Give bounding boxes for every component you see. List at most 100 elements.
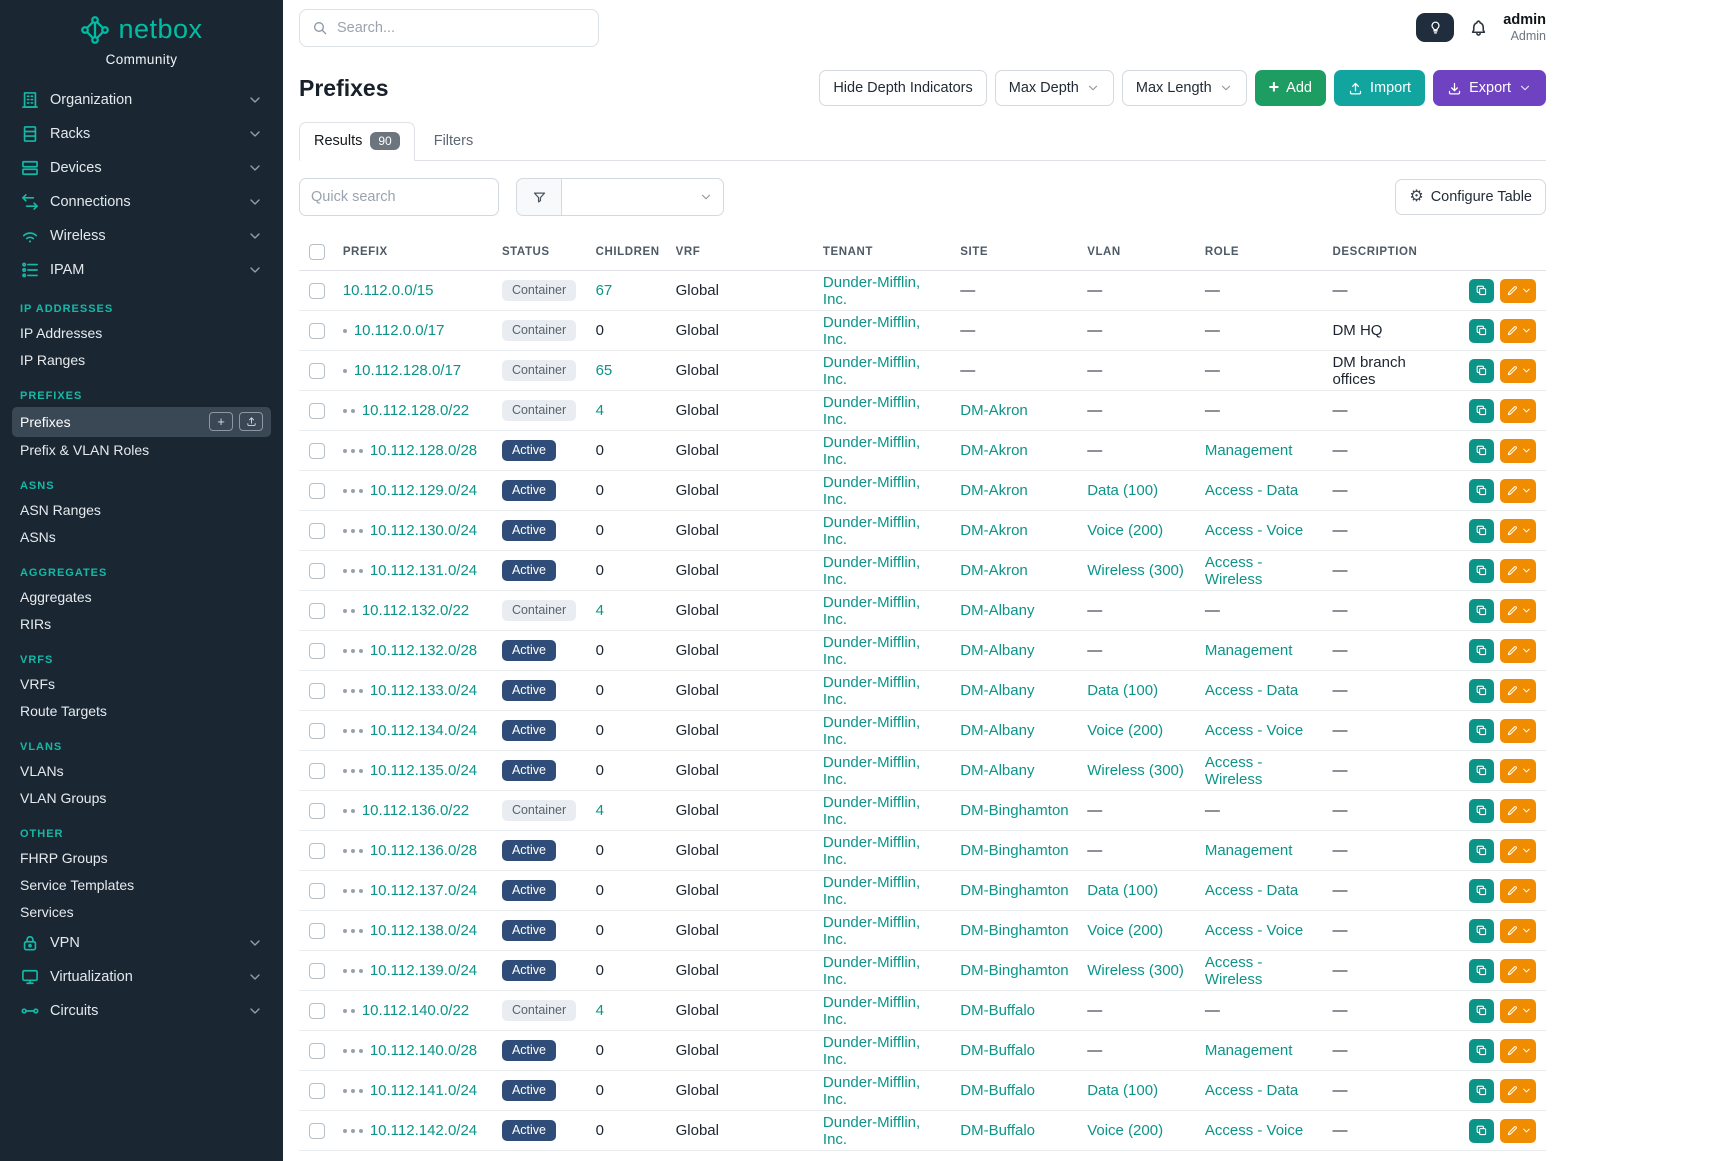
role-link[interactable]: Access - Data	[1205, 482, 1298, 499]
tenant-link[interactable]: Dunder-Mifflin, Inc.	[823, 914, 920, 948]
site-link[interactable]: DM-Buffalo	[960, 1002, 1035, 1019]
tenant-link[interactable]: Dunder-Mifflin, Inc.	[823, 954, 920, 988]
prefix-link[interactable]: 10.112.136.0/22	[362, 802, 469, 819]
site-link[interactable]: DM-Akron	[960, 442, 1028, 459]
sidebar-item-prefixes[interactable]: Prefixes +	[12, 407, 271, 437]
row-checkbox[interactable]	[309, 723, 325, 739]
edit-button[interactable]	[1500, 559, 1536, 583]
role-link[interactable]: Access - Voice	[1205, 722, 1303, 739]
prefix-link[interactable]: 10.112.0.0/17	[354, 322, 445, 339]
children-count[interactable]: 4	[596, 1002, 604, 1019]
edit-button[interactable]	[1500, 399, 1536, 423]
role-link[interactable]: Access - Wireless	[1205, 754, 1263, 788]
tenant-link[interactable]: Dunder-Mifflin, Inc.	[823, 1114, 920, 1148]
copy-button[interactable]	[1469, 1079, 1494, 1103]
row-checkbox[interactable]	[309, 1123, 325, 1139]
site-link[interactable]: DM-Binghamton	[960, 802, 1068, 819]
copy-button[interactable]	[1469, 679, 1494, 703]
sidebar-item-connections[interactable]: Connections	[12, 185, 271, 219]
tenant-link[interactable]: Dunder-Mifflin, Inc.	[823, 794, 920, 828]
edit-button[interactable]	[1500, 719, 1536, 743]
children-count[interactable]: 4	[596, 402, 604, 419]
prefix-link[interactable]: 10.112.132.0/22	[362, 602, 469, 619]
edit-button[interactable]	[1500, 639, 1536, 663]
edit-button[interactable]	[1500, 599, 1536, 623]
row-checkbox[interactable]	[309, 443, 325, 459]
row-checkbox[interactable]	[309, 643, 325, 659]
sidebar-item-devices[interactable]: Devices	[12, 151, 271, 185]
row-checkbox[interactable]	[309, 923, 325, 939]
prefix-link[interactable]: 10.112.141.0/24	[370, 1082, 477, 1099]
children-count[interactable]: 4	[596, 802, 604, 819]
prefix-link[interactable]: 10.112.142.0/24	[370, 1122, 477, 1139]
sidebar-item-route-targets[interactable]: Route Targets	[12, 698, 271, 725]
copy-button[interactable]	[1469, 759, 1494, 783]
copy-button[interactable]	[1469, 559, 1494, 583]
sidebar-item-rirs[interactable]: RIRs	[12, 611, 271, 638]
sidebar-item-vrfs[interactable]: VRFs	[12, 671, 271, 698]
sidebar-item-service-templates[interactable]: Service Templates	[12, 872, 271, 899]
vlan-link[interactable]: Wireless (300)	[1087, 562, 1184, 579]
sidebar-item-racks[interactable]: Racks	[12, 117, 271, 151]
tenant-link[interactable]: Dunder-Mifflin, Inc.	[823, 714, 920, 748]
sidebar-item-services[interactable]: Services	[12, 899, 271, 926]
sidebar-item-vpn[interactable]: VPN	[12, 926, 271, 960]
saved-filter-select[interactable]	[562, 178, 724, 216]
sidebar-item-vlans[interactable]: VLANs	[12, 758, 271, 785]
copy-button[interactable]	[1469, 719, 1494, 743]
tenant-link[interactable]: Dunder-Mifflin, Inc.	[823, 674, 920, 708]
vlan-link[interactable]: Voice (200)	[1087, 1122, 1163, 1139]
tenant-link[interactable]: Dunder-Mifflin, Inc.	[823, 434, 920, 468]
vlan-link[interactable]: Voice (200)	[1087, 922, 1163, 939]
tenant-link[interactable]: Dunder-Mifflin, Inc.	[823, 834, 920, 868]
prefix-link[interactable]: 10.112.129.0/24	[370, 482, 477, 499]
site-link[interactable]: DM-Albany	[960, 682, 1034, 699]
site-link[interactable]: DM-Albany	[960, 722, 1034, 739]
hide-depth-indicators-button[interactable]: Hide Depth Indicators	[819, 70, 986, 106]
quick-add-button[interactable]: +	[209, 412, 233, 431]
role-link[interactable]: Access - Voice	[1205, 1122, 1303, 1139]
copy-button[interactable]	[1469, 879, 1494, 903]
copy-button[interactable]	[1469, 599, 1494, 623]
max-depth-dropdown[interactable]: Max Depth	[995, 70, 1114, 106]
tenant-link[interactable]: Dunder-Mifflin, Inc.	[823, 634, 920, 668]
bell-icon[interactable]	[1469, 18, 1488, 37]
tenant-link[interactable]: Dunder-Mifflin, Inc.	[823, 874, 920, 908]
edit-button[interactable]	[1500, 919, 1536, 943]
copy-button[interactable]	[1469, 1039, 1494, 1063]
tenant-link[interactable]: Dunder-Mifflin, Inc.	[823, 994, 920, 1028]
prefix-link[interactable]: 10.112.138.0/24	[370, 922, 477, 939]
copy-button[interactable]	[1469, 279, 1494, 303]
global-search[interactable]	[299, 9, 599, 47]
children-count[interactable]: 65	[596, 362, 613, 379]
select-all-checkbox[interactable]	[309, 244, 325, 260]
sidebar-item-asn-ranges[interactable]: ASN Ranges	[12, 497, 271, 524]
tab-results[interactable]: Results 90	[299, 122, 415, 161]
vlan-link[interactable]: Data (100)	[1087, 682, 1158, 699]
children-count[interactable]: 4	[596, 602, 604, 619]
row-checkbox[interactable]	[309, 283, 325, 299]
prefix-link[interactable]: 10.112.139.0/24	[370, 962, 477, 979]
site-link[interactable]: DM-Binghamton	[960, 922, 1068, 939]
prefix-link[interactable]: 10.112.130.0/24	[370, 522, 477, 539]
theme-toggle-button[interactable]	[1416, 13, 1454, 42]
vlan-link[interactable]: Voice (200)	[1087, 722, 1163, 739]
row-checkbox[interactable]	[309, 523, 325, 539]
row-checkbox[interactable]	[309, 323, 325, 339]
site-link[interactable]: DM-Binghamton	[960, 882, 1068, 899]
site-link[interactable]: DM-Akron	[960, 482, 1028, 499]
site-link[interactable]: DM-Albany	[960, 642, 1034, 659]
sidebar-item-ip-addresses[interactable]: IP Addresses	[12, 320, 271, 347]
edit-button[interactable]	[1500, 759, 1536, 783]
row-checkbox[interactable]	[309, 763, 325, 779]
global-search-input[interactable]	[337, 20, 586, 36]
copy-button[interactable]	[1469, 919, 1494, 943]
sidebar-item-circuits[interactable]: Circuits	[12, 994, 271, 1028]
vlan-link[interactable]: Wireless (300)	[1087, 962, 1184, 979]
prefix-link[interactable]: 10.112.131.0/24	[370, 562, 477, 579]
role-link[interactable]: Management	[1205, 442, 1293, 459]
site-link[interactable]: DM-Buffalo	[960, 1122, 1035, 1139]
sidebar-item-ip-ranges[interactable]: IP Ranges	[12, 347, 271, 374]
user-menu[interactable]: admin Admin	[1503, 12, 1546, 44]
copy-button[interactable]	[1469, 799, 1494, 823]
